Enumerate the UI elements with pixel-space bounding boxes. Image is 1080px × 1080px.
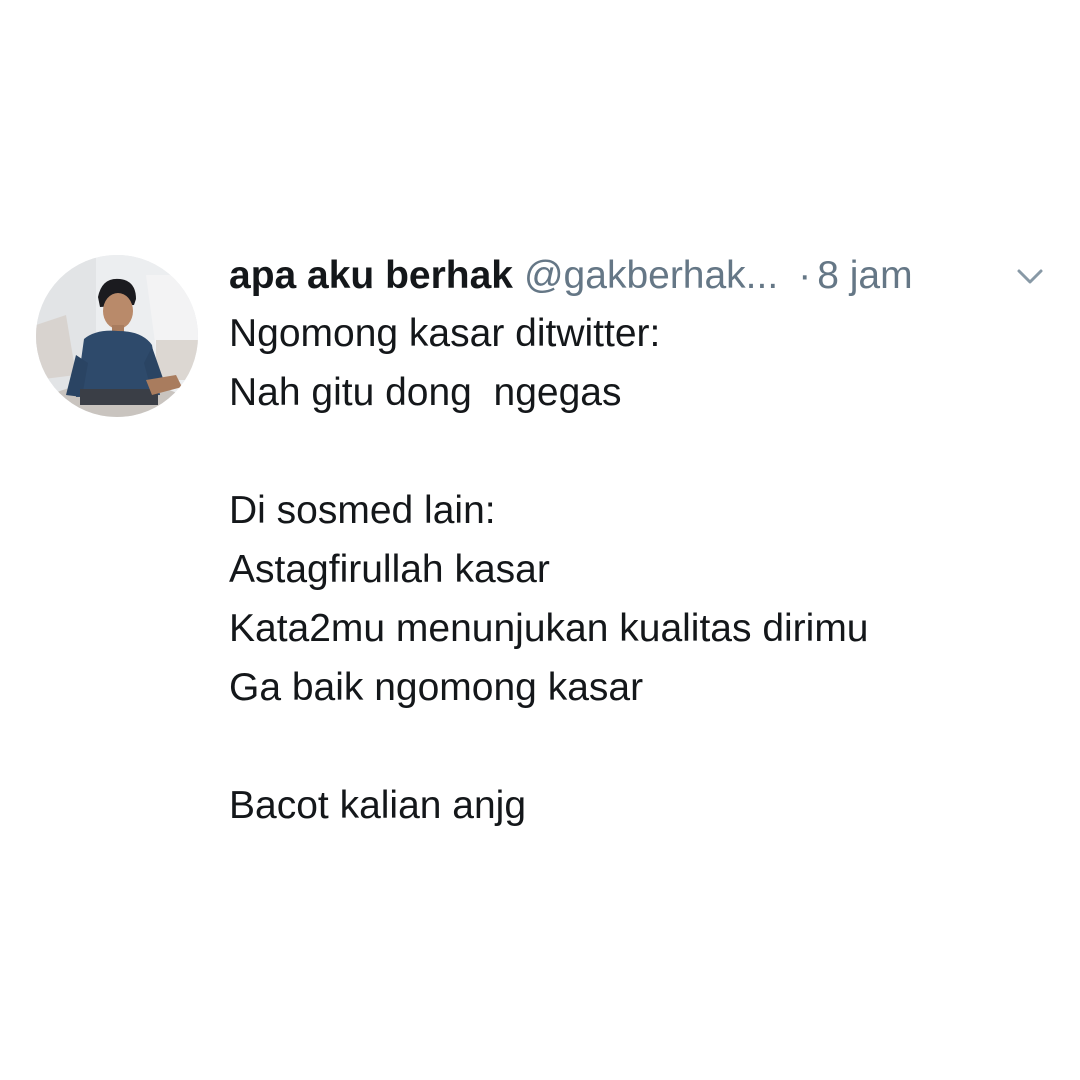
tweet-header: apa aku berhak @gakberhak... · 8 jam [229,246,1059,306]
tweet-line: Ga baik ngomong kasar [229,666,644,709]
profile-photo [36,255,198,417]
tweet-line [229,422,1059,481]
tweet-card: apa aku berhak @gakberhak... · 8 jam Ngo… [0,0,1080,1080]
tweet-line: Nah gitu dong ngegas [229,371,622,414]
tweet-line [229,717,1059,776]
separator-dot: · [798,254,812,297]
tweet-text: Ngomong kasar ditwitter: Nah gitu dong n… [229,304,1059,835]
timestamp[interactable]: 8 jam [817,254,912,298]
avatar[interactable] [36,255,198,417]
tweet-line: Bacot kalian anjg [229,784,527,827]
tweet-line: Ngomong kasar ditwitter: [229,312,661,355]
display-name[interactable]: apa aku berhak [229,254,513,298]
tweet-line: Kata2mu menunjukan kualitas dirimu [229,607,869,650]
tweet-line: Di sosmed lain: [229,489,496,532]
user-handle[interactable]: @gakberhak... [524,254,778,298]
tweet-content: apa aku berhak @gakberhak... · 8 jam Ngo… [229,246,1059,835]
tweet-line: Astagfirullah kasar [229,548,550,591]
chevron-down-icon[interactable] [1015,266,1045,288]
